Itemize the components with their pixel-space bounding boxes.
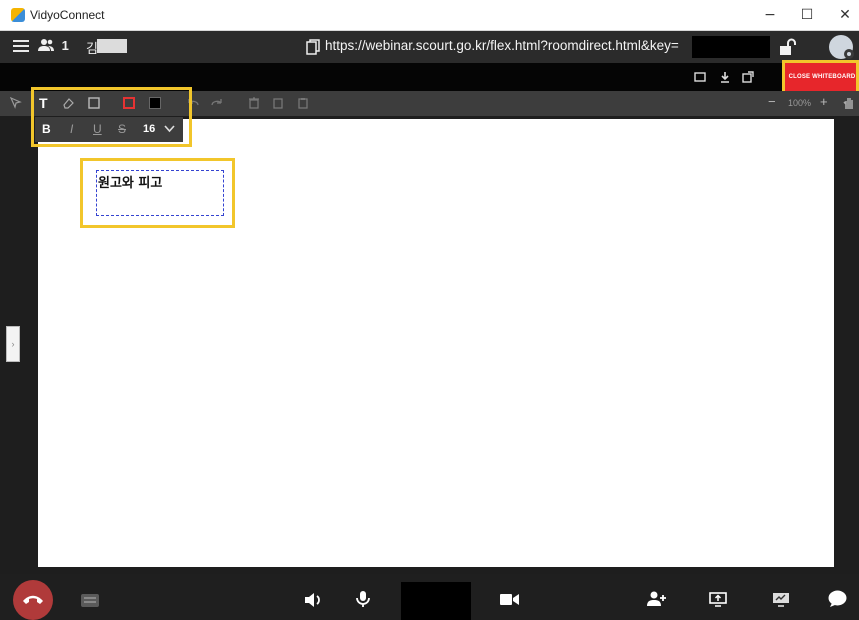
delete-icon[interactable] — [248, 97, 260, 109]
maximize-button[interactable]: ☐ — [792, 4, 822, 26]
participant-count: 1 — [61, 38, 69, 53]
zoom-out-icon[interactable]: − — [768, 94, 776, 109]
hangup-button[interactable] — [13, 580, 53, 620]
copy-icon[interactable] — [272, 97, 284, 109]
camera-icon[interactable] — [500, 593, 519, 606]
close-window-button[interactable]: ✕ — [830, 4, 859, 26]
zoom-in-icon[interactable]: + — [820, 94, 828, 109]
redo-icon[interactable] — [211, 97, 223, 109]
user-avatar[interactable] — [829, 35, 854, 59]
highlight-text-tools — [31, 87, 192, 147]
vidyo-app-icon — [11, 8, 25, 22]
window-titlebar: VidyoConnect − ☐ ✕ — [0, 0, 859, 31]
whiteboard-icon[interactable] — [772, 592, 790, 607]
share-screen-icon[interactable] — [709, 592, 727, 607]
microphone-icon[interactable] — [356, 590, 370, 608]
popout-icon[interactable] — [742, 71, 754, 83]
redacted-key-block — [692, 36, 770, 58]
speaker-icon[interactable] — [304, 592, 322, 608]
self-view-video[interactable] — [401, 582, 471, 620]
keypad-icon[interactable] — [81, 594, 99, 607]
highlight-textbox — [80, 158, 235, 228]
download-icon[interactable] — [719, 71, 731, 83]
zoom-level: 100% — [788, 98, 812, 108]
unlock-room-icon[interactable] — [779, 38, 797, 56]
redacted-name-block — [97, 39, 127, 53]
call-header: 1 김 https://webinar.scourt.go.kr/flex.ht… — [0, 31, 859, 63]
add-participant-icon[interactable] — [647, 591, 667, 607]
menu-icon[interactable] — [13, 40, 29, 53]
window-mode-icon[interactable] — [694, 71, 706, 83]
paste-icon[interactable] — [297, 97, 309, 109]
side-panel-toggle[interactable]: › — [6, 326, 20, 362]
window-title: VidyoConnect — [30, 8, 105, 22]
hand-pan-icon[interactable] — [843, 96, 855, 110]
participants-button[interactable]: 1 — [38, 38, 69, 53]
select-icon[interactable] — [10, 97, 22, 109]
meeting-url: https://webinar.scourt.go.kr/flex.html?r… — [325, 38, 679, 53]
highlight-close-whiteboard — [782, 60, 859, 95]
chat-icon[interactable] — [828, 590, 847, 608]
participants-icon — [38, 39, 54, 51]
settings-gear-icon — [844, 49, 854, 59]
copy-link-icon[interactable] — [306, 39, 320, 55]
hangup-icon — [23, 595, 43, 604]
minimize-button[interactable]: − — [755, 4, 785, 26]
